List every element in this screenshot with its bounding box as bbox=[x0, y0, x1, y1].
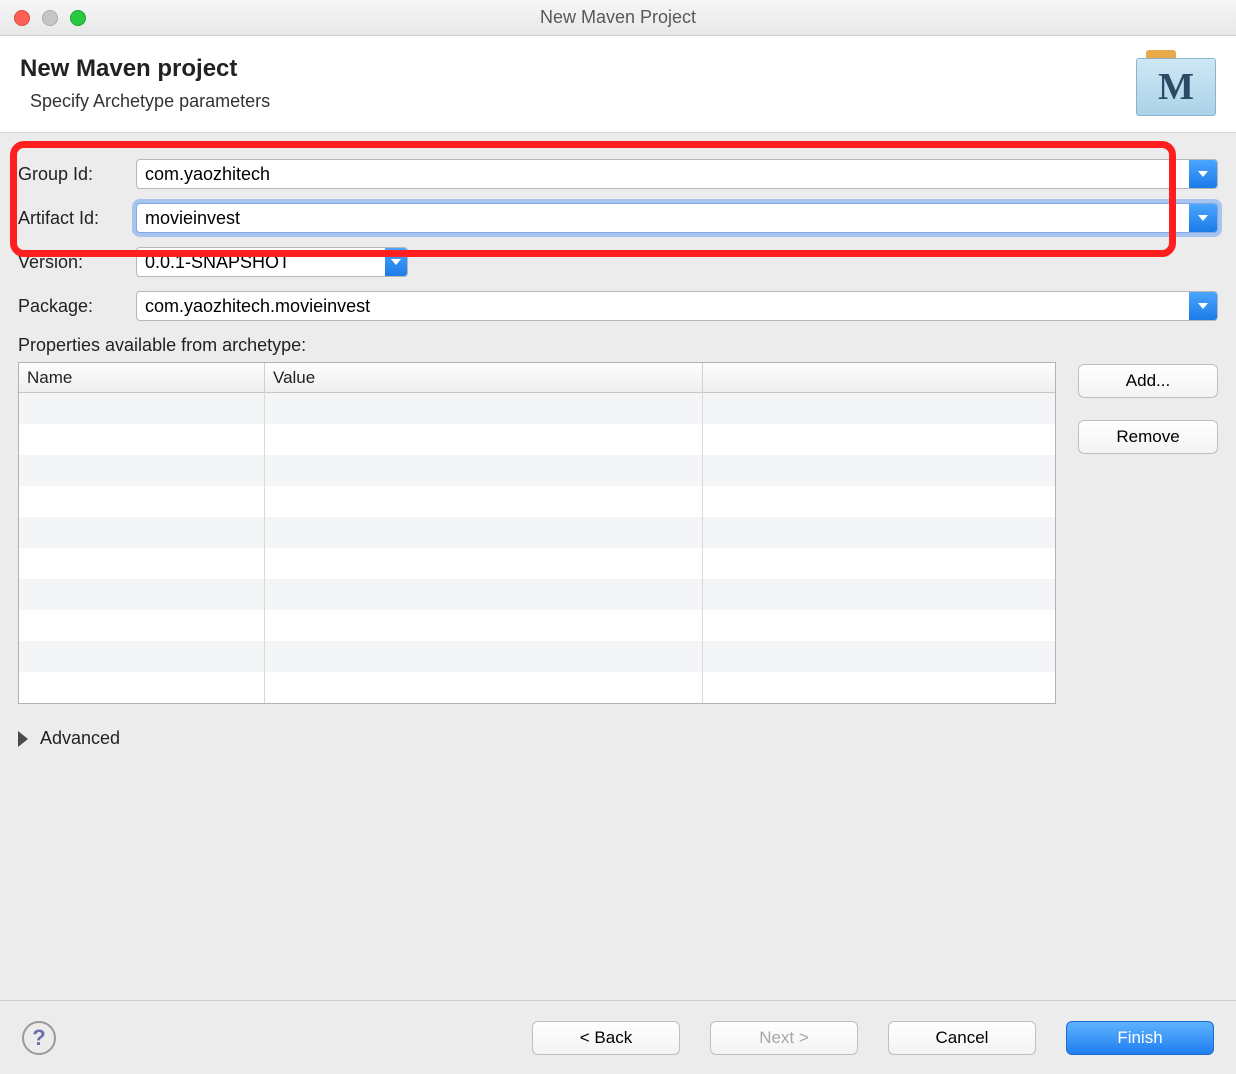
package-label: Package: bbox=[18, 296, 136, 317]
maven-icon: M bbox=[1136, 50, 1216, 116]
advanced-label: Advanced bbox=[40, 728, 120, 749]
titlebar: New Maven Project bbox=[0, 0, 1236, 36]
table-row[interactable] bbox=[19, 486, 1055, 517]
table-row[interactable] bbox=[19, 393, 1055, 424]
properties-table-header: Name Value bbox=[19, 363, 1055, 393]
advanced-toggle[interactable]: Advanced bbox=[18, 728, 1218, 749]
disclosure-right-icon bbox=[18, 731, 28, 747]
column-name[interactable]: Name bbox=[19, 363, 265, 393]
chevron-down-icon[interactable] bbox=[1189, 160, 1217, 188]
table-row[interactable] bbox=[19, 579, 1055, 610]
help-icon[interactable]: ? bbox=[22, 1021, 56, 1055]
table-row[interactable] bbox=[19, 672, 1055, 703]
add-button[interactable]: Add... bbox=[1078, 364, 1218, 398]
group-id-combo[interactable] bbox=[136, 159, 1218, 189]
wizard-header: New Maven project Specify Archetype para… bbox=[0, 36, 1236, 133]
next-button: Next > bbox=[710, 1021, 858, 1055]
group-id-input[interactable] bbox=[137, 160, 1189, 188]
back-button[interactable]: < Back bbox=[532, 1021, 680, 1055]
wizard-content: Group Id: Artifact Id: Version: Package: bbox=[0, 133, 1236, 749]
wizard-footer: ? < Back Next > Cancel Finish bbox=[0, 1000, 1236, 1074]
chevron-down-icon[interactable] bbox=[1189, 204, 1217, 232]
remove-button[interactable]: Remove bbox=[1078, 420, 1218, 454]
table-row[interactable] bbox=[19, 455, 1055, 486]
artifact-id-label: Artifact Id: bbox=[18, 208, 136, 229]
table-row[interactable] bbox=[19, 548, 1055, 579]
properties-label: Properties available from archetype: bbox=[18, 335, 1218, 356]
chevron-down-icon[interactable] bbox=[385, 248, 407, 276]
package-input[interactable] bbox=[137, 292, 1189, 320]
properties-rows bbox=[19, 393, 1055, 703]
version-label: Version: bbox=[18, 252, 136, 273]
table-row[interactable] bbox=[19, 517, 1055, 548]
cancel-button[interactable]: Cancel bbox=[888, 1021, 1036, 1055]
package-combo[interactable] bbox=[136, 291, 1218, 321]
table-row[interactable] bbox=[19, 641, 1055, 672]
finish-button[interactable]: Finish bbox=[1066, 1021, 1214, 1055]
chevron-down-icon[interactable] bbox=[1189, 292, 1217, 320]
version-input[interactable] bbox=[137, 248, 385, 276]
artifact-id-combo[interactable] bbox=[136, 203, 1218, 233]
table-row[interactable] bbox=[19, 610, 1055, 641]
group-id-label: Group Id: bbox=[18, 164, 136, 185]
table-row[interactable] bbox=[19, 424, 1055, 455]
column-value[interactable]: Value bbox=[265, 363, 703, 393]
window-title: New Maven Project bbox=[0, 7, 1236, 28]
properties-table[interactable]: Name Value bbox=[18, 362, 1056, 704]
version-combo[interactable] bbox=[136, 247, 408, 277]
artifact-id-input[interactable] bbox=[137, 204, 1189, 232]
page-title: New Maven project bbox=[20, 55, 270, 83]
page-subtitle: Specify Archetype parameters bbox=[30, 91, 270, 112]
